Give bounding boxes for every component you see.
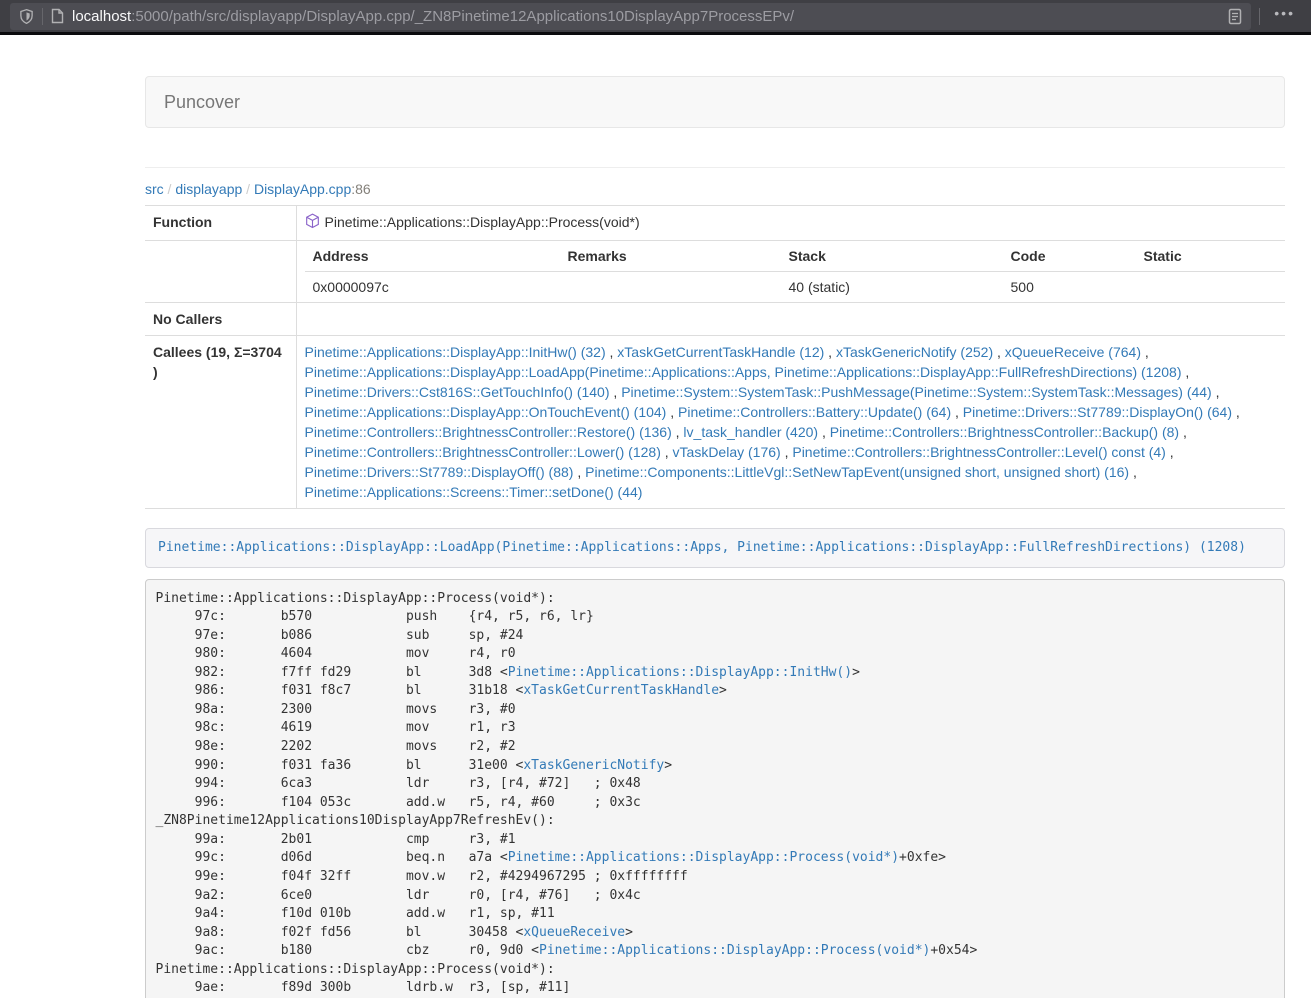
overflow-menu-icon[interactable]: •••	[1268, 8, 1301, 24]
reader-mode-icon[interactable]	[1228, 8, 1242, 25]
url-host: localhost	[72, 8, 131, 25]
cube-symbol-icon	[305, 213, 320, 234]
page-icon[interactable]	[51, 8, 64, 24]
callee-link[interactable]: xTaskGenericNotify (252)	[836, 344, 993, 360]
callee-link[interactable]: Pinetime::Applications::DisplayApp::Init…	[305, 344, 606, 360]
highlighted-callee-link[interactable]: Pinetime::Applications::DisplayApp::Load…	[158, 540, 1246, 555]
callee-link[interactable]: Pinetime::Drivers::St7789::DisplayOff() …	[305, 464, 574, 480]
breadcrumb-link-displayapp[interactable]: displayapp	[175, 181, 242, 197]
no-callers-row: No Callers	[145, 303, 1285, 336]
function-table: Function Pinetime::Applications::Display…	[145, 205, 1285, 509]
callee-link[interactable]: Pinetime::Drivers::Cst816S::GetTouchInfo…	[305, 384, 610, 400]
metrics-table: Address Remarks Stack Code Static 0x0000…	[305, 241, 1286, 302]
breadcrumb: src / displayapp / DisplayApp.cpp:86	[145, 179, 1285, 199]
callee-link[interactable]: Pinetime::Controllers::BrightnessControl…	[305, 444, 661, 460]
disassembly-block: Pinetime::Applications::DisplayApp::Proc…	[145, 579, 1285, 998]
shield-icon[interactable]	[19, 8, 34, 25]
disassembly-symbol-link[interactable]: xTaskGenericNotify	[523, 758, 664, 773]
metrics-row: Address Remarks Stack Code Static 0x0000…	[145, 241, 1285, 303]
no-callers-cell	[296, 303, 1285, 336]
remarks-value	[560, 272, 781, 303]
divider	[145, 167, 1285, 168]
disassembly-symbol-link[interactable]: xQueueReceive	[523, 925, 625, 940]
function-label: Function	[145, 206, 296, 241]
callees-row: Callees (19, Σ=3704 ) Pinetime::Applicat…	[145, 336, 1285, 509]
col-stack: Stack	[781, 241, 1003, 272]
navbar: Puncover	[145, 76, 1285, 128]
address-value: 0x0000097c	[305, 272, 560, 303]
disassembly-symbol-link[interactable]: Pinetime::Applications::DisplayApp::Proc…	[539, 943, 930, 958]
callee-link[interactable]: Pinetime::Controllers::BrightnessControl…	[830, 424, 1179, 440]
callee-link[interactable]: Pinetime::Applications::DisplayApp::Load…	[305, 364, 1182, 380]
disassembly-symbol-link[interactable]: Pinetime::Applications::DisplayApp::Init…	[508, 665, 852, 680]
callees-label: Callees (19, Σ=3704 )	[145, 336, 296, 509]
callee-link[interactable]: Pinetime::System::SystemTask::PushMessag…	[621, 384, 1212, 400]
callee-link[interactable]: xTaskGetCurrentTaskHandle (12)	[617, 344, 824, 360]
disassembly-symbol-link[interactable]: Pinetime::Applications::DisplayApp::Proc…	[508, 850, 899, 865]
callee-link[interactable]: Pinetime::Controllers::Battery::Update()…	[678, 404, 951, 420]
urlbar-separator	[42, 8, 43, 25]
no-callers-label: No Callers	[145, 303, 296, 336]
col-address: Address	[305, 241, 560, 272]
breadcrumb-separator: /	[164, 181, 176, 197]
url-text[interactable]: localhost:5000/path/src/displayapp/Displ…	[72, 8, 1220, 25]
callees-cell: Pinetime::Applications::DisplayApp::Init…	[296, 336, 1285, 509]
breadcrumb-line-number: :86	[351, 181, 370, 197]
callee-link[interactable]: Pinetime::Applications::DisplayApp::OnTo…	[305, 404, 667, 420]
callee-link[interactable]: vTaskDelay (176)	[673, 444, 781, 460]
page-container: Puncover src / displayapp / DisplayApp.c…	[145, 76, 1285, 998]
function-name: Pinetime::Applications::DisplayApp::Proc…	[325, 214, 640, 230]
toolbar-separator	[1259, 8, 1260, 25]
browser-toolbar: localhost:5000/path/src/displayapp/Displ…	[0, 0, 1311, 35]
url-bar[interactable]: localhost:5000/path/src/displayapp/Displ…	[10, 3, 1251, 30]
callee-link[interactable]: Pinetime::Applications::Screens::Timer::…	[305, 484, 643, 500]
callee-link[interactable]: xQueueReceive (764)	[1005, 344, 1141, 360]
stack-value: 40 (static)	[781, 272, 1003, 303]
metrics-value-row: 0x0000097c 40 (static) 500	[305, 272, 1286, 303]
callee-link[interactable]: Pinetime::Drivers::St7789::DisplayOn() (…	[963, 404, 1232, 420]
col-remarks: Remarks	[560, 241, 781, 272]
static-value	[1136, 272, 1286, 303]
breadcrumb-link-src[interactable]: src	[145, 181, 164, 197]
metrics-header-row: Address Remarks Stack Code Static	[305, 241, 1286, 272]
callee-link[interactable]: Pinetime::Components::LittleVgl::SetNewT…	[585, 464, 1129, 480]
col-static: Static	[1136, 241, 1286, 272]
callee-link[interactable]: lv_task_handler (420)	[683, 424, 818, 440]
metrics-row-spacer	[145, 241, 296, 303]
function-name-cell: Pinetime::Applications::DisplayApp::Proc…	[296, 206, 1285, 241]
callee-link[interactable]: Pinetime::Controllers::BrightnessControl…	[305, 424, 672, 440]
breadcrumb-link-displayapp-cpp[interactable]: DisplayApp.cpp	[254, 181, 351, 197]
disassembly-symbol-link[interactable]: xTaskGetCurrentTaskHandle	[523, 683, 719, 698]
col-code: Code	[1003, 241, 1136, 272]
url-path: :5000/path/src/displayapp/DisplayApp.cpp…	[131, 8, 794, 25]
code-value: 500	[1003, 272, 1136, 303]
breadcrumb-separator: /	[242, 181, 254, 197]
function-row: Function Pinetime::Applications::Display…	[145, 206, 1285, 241]
highlighted-callee-panel: Pinetime::Applications::DisplayApp::Load…	[145, 528, 1285, 568]
callee-link[interactable]: Pinetime::Controllers::BrightnessControl…	[792, 444, 1165, 460]
brand-puncover[interactable]: Puncover	[164, 92, 240, 113]
